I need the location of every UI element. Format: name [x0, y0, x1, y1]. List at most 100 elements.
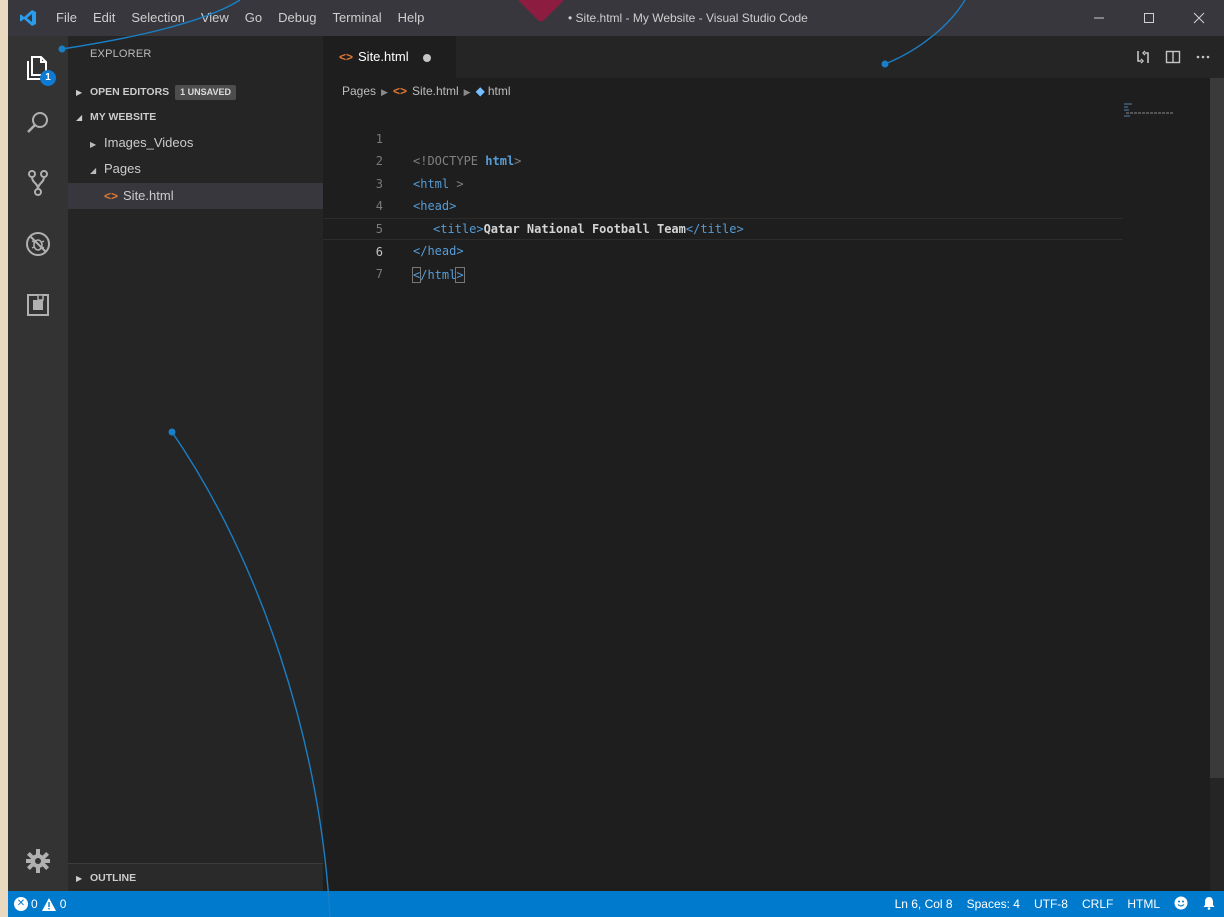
- code-line: 7: [323, 240, 1123, 281]
- code-line: 1 <!DOCTYPE html>: [323, 105, 1123, 169]
- html-file-icon: <>: [392, 84, 407, 98]
- notifications-button[interactable]: [1202, 896, 1216, 913]
- code-line: 3 <head>: [323, 150, 1123, 214]
- compare-changes-icon: [1137, 50, 1149, 64]
- menu-terminal[interactable]: Terminal: [324, 0, 389, 36]
- maximize-button[interactable]: [1124, 0, 1174, 36]
- encoding[interactable]: UTF-8: [1034, 897, 1068, 911]
- split-editor-icon: [1165, 50, 1181, 64]
- token: >: [455, 266, 465, 283]
- title-bar: File Edit Selection View Go Debug Termin…: [8, 0, 1224, 36]
- code-line: 4 <title>Qatar National Football Team</t…: [323, 173, 1123, 236]
- open-editors-label: OPEN EDITORS: [90, 86, 170, 98]
- workspace-label: MY WEBSITE: [90, 111, 157, 123]
- editor-actions: [1128, 36, 1218, 78]
- vscode-window: File Edit Selection View Go Debug Termin…: [8, 0, 1224, 917]
- minimap[interactable]: [1122, 102, 1182, 122]
- code-line: 2 <html >: [323, 128, 1123, 191]
- minimize-button[interactable]: [1074, 0, 1124, 36]
- minimize-icon: [1094, 17, 1104, 19]
- smiley-icon: [1174, 896, 1188, 909]
- warning-count: 0: [59, 897, 67, 911]
- window-controls: [1074, 0, 1224, 36]
- html-file-icon: <>: [104, 189, 119, 203]
- sidebar-title: EXPLORER: [90, 48, 152, 60]
- ellipsis-icon: [1196, 55, 1210, 59]
- menu-debug[interactable]: Debug: [270, 0, 324, 36]
- unsaved-dot-icon[interactable]: [422, 53, 431, 62]
- feedback-button[interactable]: [1174, 896, 1188, 913]
- debug-activity-button[interactable]: [8, 217, 68, 271]
- folder-label: Images_Videos: [104, 135, 194, 150]
- unsaved-badge: 1 UNSAVED: [175, 85, 237, 100]
- manage-activity-button[interactable]: [8, 834, 68, 888]
- outline-label: OUTLINE: [90, 872, 137, 884]
- end-of-line[interactable]: CRLF: [1082, 897, 1113, 911]
- explorer-activity-button[interactable]: 1: [8, 40, 68, 94]
- folder-pages[interactable]: ◢ Pages: [68, 156, 323, 182]
- status-right-items: Ln 6, Col 8 Spaces: 4 UTF-8 CRLF HTML: [881, 891, 1216, 917]
- split-editor-button[interactable]: [1158, 42, 1188, 72]
- html-element-icon: ◆: [475, 84, 485, 98]
- heart-decoration: [516, 0, 566, 24]
- code-line-active: 6 </html>: [323, 217, 1123, 283]
- settings-gear-icon: [26, 849, 50, 873]
- outline-section[interactable]: ▶ OUTLINE: [68, 863, 323, 891]
- chevron-right-icon: ▶: [381, 87, 388, 97]
- vscode-logo-icon: [8, 0, 48, 36]
- breadcrumb-html[interactable]: html: [488, 84, 511, 98]
- files-badge: 1: [40, 70, 56, 86]
- token: /html: [420, 267, 457, 282]
- menu-go[interactable]: Go: [237, 0, 270, 36]
- menu-view[interactable]: View: [193, 0, 237, 36]
- chevron-right-icon: ▶: [463, 87, 471, 97]
- cursor-position[interactable]: Ln 6, Col 8: [895, 897, 953, 911]
- source-control-icon: [28, 170, 48, 196]
- open-changes-button[interactable]: [1128, 42, 1158, 72]
- error-icon: ✕: [14, 897, 28, 911]
- status-problems[interactable]: ✕ 0 0: [14, 891, 66, 917]
- close-button[interactable]: [1174, 0, 1224, 36]
- extensions-activity-button[interactable]: [8, 278, 68, 332]
- menu-help[interactable]: Help: [390, 0, 433, 36]
- file-site-html[interactable]: <> Site.html: [68, 183, 323, 209]
- bell-icon: [1203, 896, 1215, 910]
- open-editors-section[interactable]: ▶ OPEN EDITORS 1 UNSAVED: [68, 81, 323, 103]
- chevron-right-icon: ▶: [76, 88, 83, 97]
- maximize-icon: [1144, 13, 1154, 23]
- chevron-right-icon: ▶: [76, 874, 83, 883]
- vertical-scrollbar-thumb[interactable]: [1210, 78, 1224, 778]
- error-count: 0: [31, 897, 38, 911]
- menu-selection[interactable]: Selection: [123, 0, 192, 36]
- folder-images-videos[interactable]: ▶ Images_Videos: [68, 130, 323, 156]
- chevron-down-icon: ◢: [76, 113, 83, 122]
- debug-icon: [26, 232, 50, 256]
- breadcrumb: Pages ▶ <> Site.html ▶ ◆ html: [342, 80, 510, 102]
- more-actions-button[interactable]: [1188, 42, 1218, 72]
- code-line: 5 </head>: [323, 195, 1123, 259]
- code-editor[interactable]: 1 <!DOCTYPE html> 2 <html > 3 <head> 4 <…: [323, 105, 1123, 283]
- explorer-sidebar: EXPLORER ▶ OPEN EDITORS 1 UNSAVED ◢ MY WEBS…: [68, 36, 323, 891]
- menu-edit[interactable]: Edit: [85, 0, 123, 36]
- status-bar: ✕ 0 0 Ln 6, Col 8 Spaces: 4 UTF-8 CRLF H…: [8, 891, 1224, 917]
- workspace-section[interactable]: ◢ MY WEBSITE: [68, 106, 323, 128]
- menu-file[interactable]: File: [48, 0, 85, 36]
- tab-label: Site.html: [358, 49, 409, 64]
- close-icon: [1193, 12, 1205, 24]
- chevron-right-icon: ▶: [90, 140, 97, 149]
- tab-site-html[interactable]: <> Site.html: [323, 36, 456, 78]
- extensions-icon: [27, 294, 49, 316]
- breadcrumb-pages[interactable]: Pages: [342, 84, 376, 98]
- window-title: • Site.html - My Website - Visual Studio…: [568, 11, 808, 25]
- warning-icon: [41, 897, 56, 911]
- language-mode[interactable]: HTML: [1127, 897, 1160, 911]
- chevron-down-icon: ◢: [90, 166, 97, 175]
- indentation[interactable]: Spaces: 4: [967, 897, 1020, 911]
- search-icon: [27, 112, 48, 133]
- search-activity-button[interactable]: [8, 96, 68, 150]
- menu-bar: File Edit Selection View Go Debug Termin…: [48, 0, 432, 36]
- source-control-activity-button[interactable]: [8, 156, 68, 210]
- breadcrumb-site-html[interactable]: Site.html: [412, 84, 459, 98]
- editor-tab-bar: <> Site.html: [323, 36, 1224, 78]
- file-label: Site.html: [123, 188, 174, 203]
